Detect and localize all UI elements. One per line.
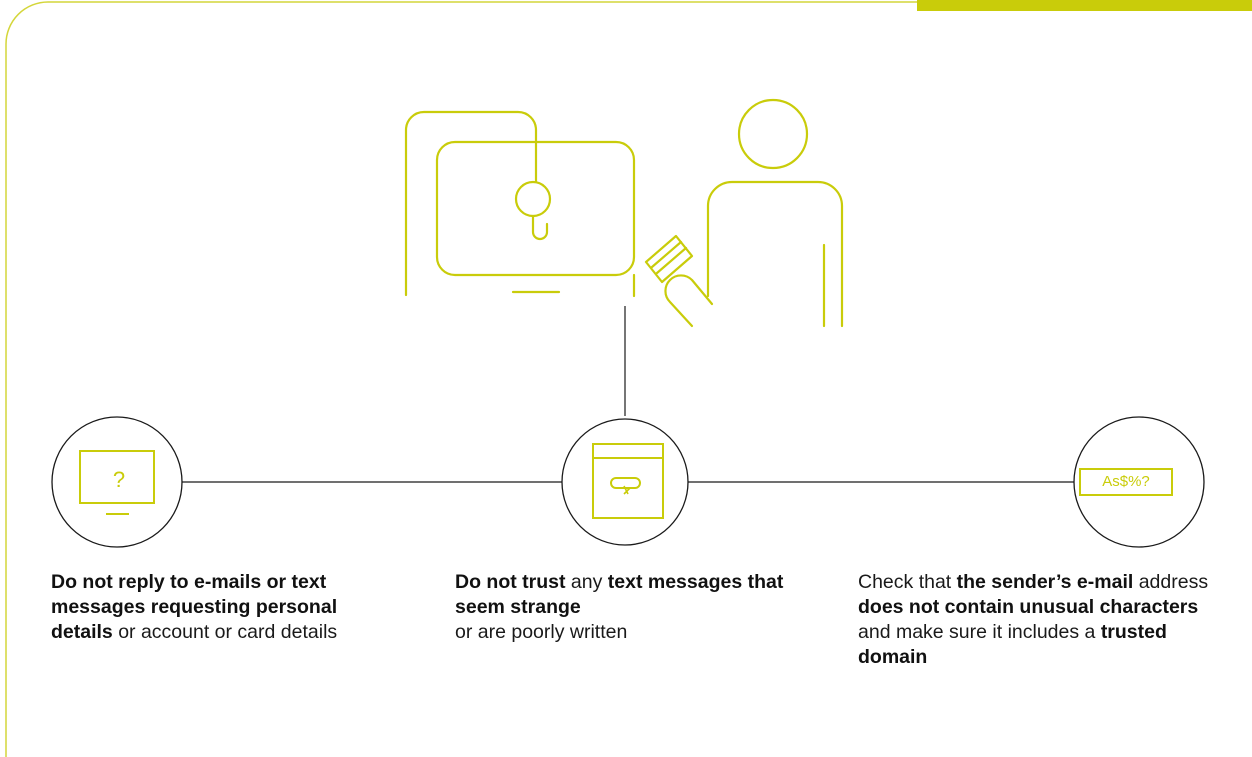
question-mark-text: ? — [112, 467, 126, 492]
badge-characters-text: As$%? — [1102, 473, 1150, 490]
tip-2-normal-2: or are poorly written — [455, 621, 628, 643]
tip-3-bold-2: does not contain unusual characters — [858, 596, 1199, 618]
tip-3-bold-1: the sender’s e-mail — [956, 571, 1134, 593]
tip-3-text: Check that the sender’s e-mail address d… — [858, 570, 1218, 670]
tip-3-normal-1: Check that — [858, 571, 957, 593]
tip-3-normal-2: address — [1133, 571, 1209, 593]
tip-3-normal-3: and make sure it includes a — [858, 621, 1101, 643]
tip-2-bold-1: Do not trust — [455, 571, 566, 593]
tip-2-circle — [561, 418, 689, 546]
person-icon — [644, 98, 844, 328]
tip-1-text: Do not reply to e-mails or text messages… — [51, 570, 371, 645]
tip-2-normal-1: any — [565, 571, 608, 593]
tip-1-normal-1: or account or card details — [112, 621, 338, 643]
atm-machine-icon — [404, 110, 636, 298]
tip-2-text: Do not trust any text messages that seem… — [455, 570, 805, 645]
